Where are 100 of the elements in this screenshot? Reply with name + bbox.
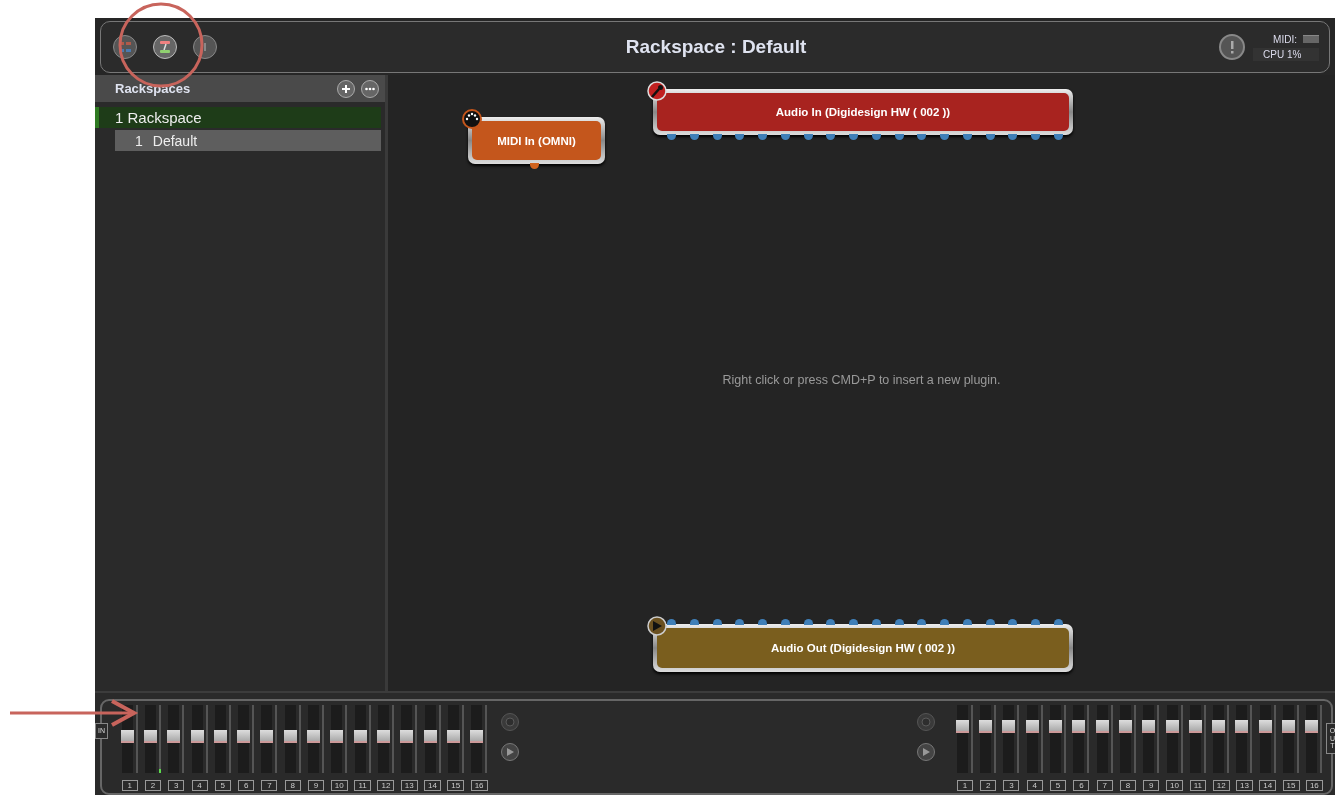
fader-thumb[interactable] (1235, 719, 1249, 733)
fader-thumb[interactable] (1025, 719, 1039, 733)
input-pin[interactable] (962, 619, 972, 625)
input-pin[interactable] (1008, 619, 1018, 625)
fader-thumb[interactable] (979, 719, 993, 733)
input-pin[interactable] (735, 619, 745, 625)
input-pin[interactable] (940, 619, 949, 625)
warning-button[interactable] (1219, 34, 1245, 60)
input-pin[interactable] (803, 619, 813, 625)
output-pin[interactable] (780, 134, 790, 140)
fader-thumb[interactable] (1258, 719, 1272, 733)
channel-number: 15 (447, 780, 465, 791)
fader-thumb[interactable] (376, 729, 390, 743)
fader-thumb[interactable] (446, 729, 460, 743)
input-pin[interactable] (985, 619, 995, 625)
channel-number: 12 (377, 780, 395, 791)
output-pin[interactable] (871, 134, 881, 140)
input-pin[interactable] (780, 619, 790, 625)
input-pin[interactable] (826, 619, 836, 625)
exclamation-icon (1229, 40, 1235, 54)
channel-number: 16 (470, 780, 488, 791)
fader-thumb[interactable] (1305, 719, 1319, 733)
input-pin[interactable] (894, 619, 904, 625)
play-button[interactable] (917, 743, 936, 761)
channel-number: 7 (1096, 780, 1113, 791)
output-pin[interactable] (1053, 134, 1063, 140)
fader-thumb[interactable] (423, 729, 437, 743)
output-pin[interactable] (689, 134, 699, 140)
fader-thumb[interactable] (1212, 719, 1226, 733)
sidebar-title: Rackspaces (115, 81, 192, 96)
input-pin[interactable] (1031, 619, 1040, 625)
fader-thumb[interactable] (400, 729, 414, 743)
input-pin[interactable] (667, 619, 676, 625)
fader-thumb[interactable] (1072, 719, 1086, 733)
channel-number: 8 (284, 780, 301, 791)
fader-thumb[interactable] (470, 729, 484, 743)
output-pin[interactable] (1008, 134, 1018, 140)
fader-thumb[interactable] (1188, 719, 1202, 733)
fader-thumb[interactable] (330, 729, 344, 743)
channel-number: 5 (1050, 780, 1067, 791)
output-pin[interactable] (940, 134, 949, 140)
fader-thumb[interactable] (1002, 719, 1016, 733)
channel-number: 3 (168, 780, 185, 791)
midi-activity-indicator (1303, 35, 1319, 43)
output-pin[interactable] (712, 134, 722, 140)
midi-output-pin[interactable] (530, 163, 539, 169)
rackspace-item[interactable]: 1 Rackspace (95, 107, 381, 128)
fader-thumb[interactable] (955, 719, 969, 733)
output-pin[interactable] (985, 134, 995, 140)
input-pin[interactable] (758, 619, 767, 625)
output-pin[interactable] (962, 134, 972, 140)
play-icon (921, 747, 932, 757)
channel-number: 11 (1189, 780, 1206, 791)
channel-number: 3 (1003, 780, 1020, 791)
input-pin[interactable] (712, 619, 722, 625)
fader-thumb[interactable] (237, 729, 251, 743)
fader-thumb[interactable] (190, 729, 204, 743)
info-button[interactable] (193, 35, 217, 59)
fader-thumb[interactable] (1095, 719, 1109, 733)
channel-number: 6 (1073, 780, 1090, 791)
fader-thumb[interactable] (1049, 719, 1063, 733)
fader-thumb[interactable] (1142, 719, 1156, 733)
channel-number: 13 (1236, 780, 1253, 791)
output-pin[interactable] (1031, 134, 1040, 140)
fader-thumb[interactable] (1118, 719, 1132, 733)
fader-thumb[interactable] (1282, 719, 1296, 733)
input-pin[interactable] (1053, 619, 1063, 625)
fader-thumb[interactable] (353, 729, 367, 743)
channel-number: 15 (1282, 780, 1300, 791)
more-button[interactable] (361, 79, 379, 98)
output-pin[interactable] (758, 134, 767, 140)
fader-thumb[interactable] (213, 729, 227, 743)
add-button[interactable] (337, 79, 355, 98)
input-pin[interactable] (689, 619, 699, 625)
output-pin[interactable] (826, 134, 836, 140)
speaker-icon (647, 616, 667, 636)
fader-thumb[interactable] (260, 729, 274, 743)
output-pin[interactable] (917, 134, 927, 140)
fader-thumb[interactable] (283, 729, 297, 743)
channel-number: 6 (238, 780, 255, 791)
play-button[interactable] (500, 743, 519, 761)
input-pin[interactable] (871, 619, 881, 625)
output-pin[interactable] (667, 134, 676, 140)
output-pin[interactable] (803, 134, 813, 140)
input-pin[interactable] (917, 619, 927, 625)
output-pin[interactable] (894, 134, 904, 140)
channel-number: 16 (1305, 780, 1323, 791)
fader-thumb[interactable] (167, 729, 181, 743)
channel-number: 7 (261, 780, 278, 791)
output-pin[interactable] (735, 134, 745, 140)
fader-thumb[interactable] (143, 729, 157, 743)
input-pin[interactable] (849, 619, 858, 625)
fader-thumb[interactable] (120, 729, 134, 743)
channel-number: 4 (1026, 780, 1043, 791)
output-pin[interactable] (849, 134, 858, 140)
fader-thumb[interactable] (1165, 719, 1179, 733)
fader-thumb[interactable] (307, 729, 320, 743)
wiring-view-button[interactable] (153, 35, 177, 59)
midi-connector-icon (462, 109, 482, 129)
variation-item[interactable]: 1 Default (115, 130, 381, 151)
